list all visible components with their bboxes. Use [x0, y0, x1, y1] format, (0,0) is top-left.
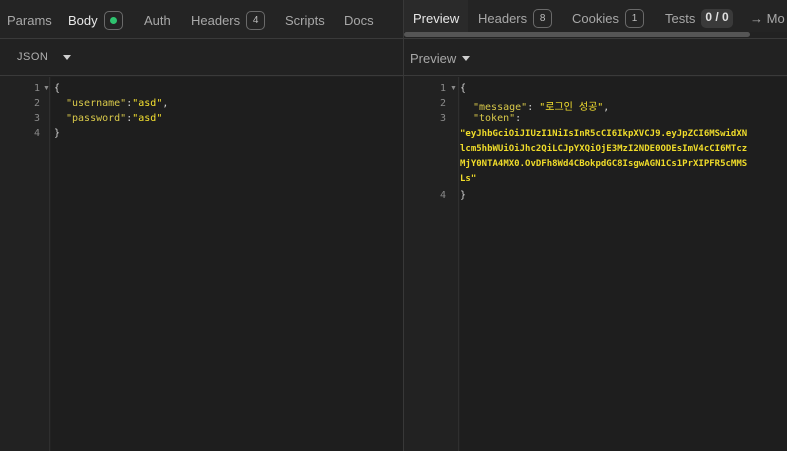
line-number: 2: [439, 98, 446, 109]
headers-count-badge: 4: [246, 11, 266, 31]
json-brace: {: [54, 83, 61, 94]
tab-auth[interactable]: Auth: [144, 0, 171, 38]
line-gutter: [0, 77, 50, 451]
json-value: "로그인 성공": [539, 102, 604, 113]
token-value-line: Ls": [460, 174, 477, 184]
tab-preview[interactable]: Preview: [404, 0, 468, 33]
tab-more[interactable]: → Mo: [750, 0, 785, 33]
response-viewer[interactable]: 1 ▼ 2 3 4 { "message": "로그인 성공", "token"…: [404, 77, 787, 451]
chevron-down-icon[interactable]: [63, 55, 71, 60]
tab-headers[interactable]: Headers 4: [191, 0, 266, 38]
body-status-badge: [103, 11, 123, 31]
preview-mode-label[interactable]: Preview: [410, 51, 456, 66]
body-mode-label[interactable]: JSON: [17, 51, 48, 63]
tab-tests[interactable]: Tests 0 / 0: [665, 0, 733, 33]
request-body-editor[interactable]: 1 ▼ 2 3 4 { "username":"asd", "password"…: [0, 77, 403, 451]
fold-arrow-icon[interactable]: ▼: [450, 85, 457, 92]
body-mode-bar: JSON: [0, 40, 403, 76]
request-pane: Params Body Auth Headers 4 Scripts Docs J…: [0, 0, 403, 451]
line-gutter: [404, 77, 459, 451]
json-line: "token":: [473, 113, 522, 124]
line-number: 3: [439, 113, 446, 124]
json-key: "message": [473, 102, 528, 113]
request-tabbar: Params Body Auth Headers 4 Scripts Docs: [0, 0, 403, 39]
tests-count-badge: 0 / 0: [701, 9, 733, 29]
preview-mode-bar: Preview: [404, 40, 787, 76]
json-key: "token": [473, 113, 516, 124]
json-line: "message": "로그인 성공",: [473, 102, 610, 113]
line-number: 1: [439, 83, 446, 94]
chevron-down-icon[interactable]: [462, 56, 470, 61]
json-value: "asd": [132, 98, 163, 109]
json-brace: }: [460, 190, 467, 201]
json-line: "password":"asd": [66, 113, 163, 124]
line-number: 4: [33, 128, 40, 139]
cookies-count-badge: 1: [624, 9, 644, 29]
json-brace: {: [460, 83, 467, 94]
tab-scripts[interactable]: Scripts: [285, 0, 325, 38]
token-value-line: "eyJhbGciOiJIUzI1NiIsInR5cCI6IkpXVCJ9.ey…: [460, 129, 748, 139]
json-key: "password": [66, 113, 127, 124]
token-value-line: lcm5hbWUiOiJhc2QiLCJpYXQiOjE3MzI2NDE0ODE…: [460, 144, 748, 154]
scrollbar-thumb[interactable]: [404, 32, 750, 37]
fold-arrow-icon[interactable]: ▼: [43, 85, 50, 92]
json-value: "asd": [132, 113, 163, 124]
json-line: "username":"asd",: [66, 98, 169, 109]
json-key: "username": [66, 98, 127, 109]
token-value-line: MjY0NTA4MX0.OvDFh8Wd4CBokpdGC8IsgwAGN1Cs…: [460, 159, 748, 169]
line-number: 4: [439, 190, 446, 201]
tab-params[interactable]: Params: [7, 0, 52, 38]
line-number: 1: [33, 83, 40, 94]
response-tabbar: Preview Headers 8 Cookies 1 Tests 0 / 0 → M…: [404, 0, 787, 34]
tab-docs[interactable]: Docs: [344, 0, 374, 38]
status-dot-icon: [109, 17, 117, 25]
json-brace: }: [54, 128, 61, 139]
response-headers-count-badge: 8: [533, 9, 553, 29]
tab-response-headers[interactable]: Headers 8: [478, 0, 553, 33]
tab-body[interactable]: Body: [68, 0, 123, 38]
response-pane: Preview Headers 8 Cookies 1 Tests 0 / 0 → M…: [404, 0, 787, 451]
line-number: 2: [33, 98, 40, 109]
tab-cookies[interactable]: Cookies 1: [572, 0, 644, 33]
line-number: 3: [33, 113, 40, 124]
